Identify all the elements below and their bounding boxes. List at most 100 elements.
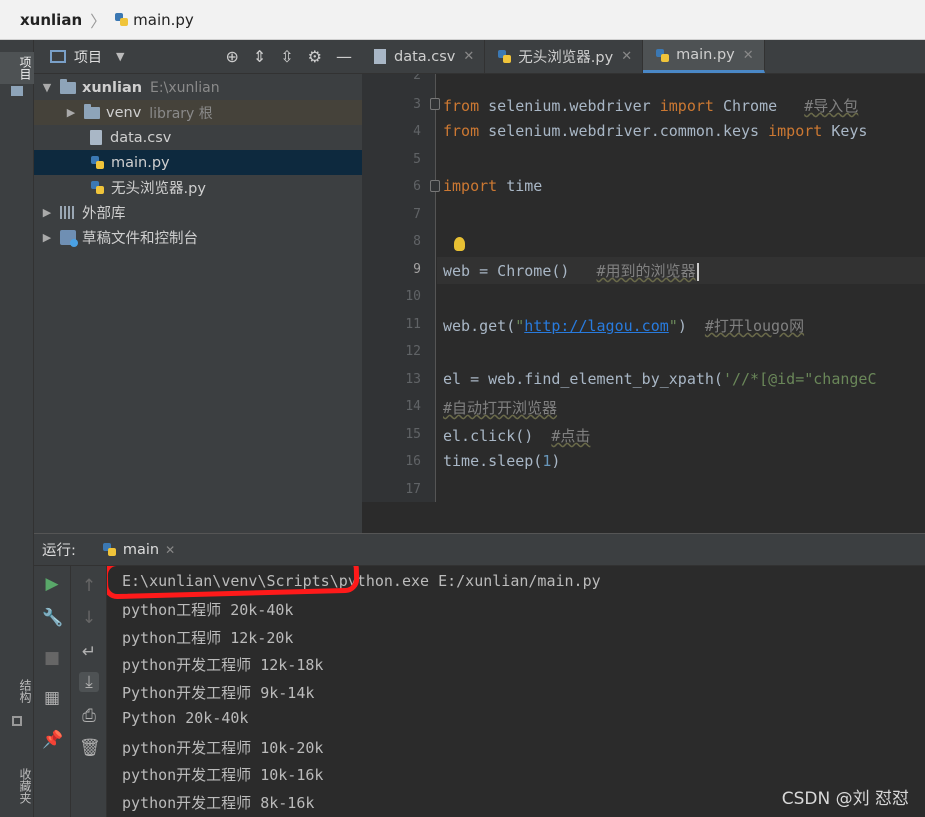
code-line-13: el = web.find_element_by_xpath('//*[@id=… xyxy=(443,370,877,388)
structure-icon xyxy=(12,716,22,726)
line-number: 14 xyxy=(405,399,421,414)
tab-data-csv[interactable]: data.csv ✕ xyxy=(362,40,486,73)
line-number: 9 xyxy=(413,262,421,277)
tree-item-label: 草稿文件和控制台 xyxy=(82,231,198,247)
python-file-icon xyxy=(90,155,105,170)
line-number: 12 xyxy=(405,344,421,359)
code-line-15: el.click() #点击 xyxy=(443,427,591,445)
project-panel-title[interactable]: 项目 xyxy=(74,47,102,67)
csdn-watermark: CSDN @刘 怼怼 xyxy=(781,789,909,809)
code-line-3: from selenium.webdriver import Chrome #导… xyxy=(443,97,859,115)
expand-all-icon[interactable]: ⇕ xyxy=(253,47,266,66)
line-number: 2 xyxy=(413,74,421,83)
wrench-icon[interactable]: 🔧 xyxy=(42,608,63,628)
line-number: 17 xyxy=(405,482,421,497)
tree-item-label: 无头浏览器.py xyxy=(111,181,206,197)
locate-icon[interactable]: ⊕ xyxy=(225,47,238,66)
project-panel-header: 项目 ▼ ⊕ ⇕ ⇳ ⚙ — xyxy=(34,40,362,74)
chevron-right-icon[interactable]: ▶ xyxy=(64,106,78,119)
breadcrumb-separator: 〉 xyxy=(90,11,107,31)
favorites-tool-tab[interactable]: 收藏夹 xyxy=(0,760,34,812)
line-number: 13 xyxy=(405,372,421,387)
tree-item-data-csv[interactable]: data.csv xyxy=(34,125,362,150)
close-icon[interactable]: ✕ xyxy=(463,49,474,64)
layout-icon[interactable]: ▦ xyxy=(42,688,62,708)
run-console-output[interactable]: E:\xunlian\venv\Scripts\python.exe E:/xu… xyxy=(107,566,925,817)
lightbulb-icon[interactable] xyxy=(454,237,465,251)
tab-label: main.py xyxy=(676,47,735,63)
tree-item-main-py[interactable]: main.py xyxy=(34,150,362,175)
code-line-4: from selenium.webdriver.common.keys impo… xyxy=(443,122,868,140)
close-icon[interactable]: ✕ xyxy=(621,49,632,64)
line-number: 3 xyxy=(413,97,421,112)
structure-tool-tab[interactable]: 结构 xyxy=(0,670,34,712)
library-icon xyxy=(60,206,76,219)
arrow-up-icon[interactable]: ↑ xyxy=(79,576,99,596)
soft-wrap-icon[interactable]: ↵ xyxy=(79,642,99,662)
close-icon[interactable]: ✕ xyxy=(165,543,175,557)
csv-file-icon xyxy=(374,49,386,64)
tree-item-label: venv xyxy=(106,104,142,121)
console-line: python开发工程师 10k-20k xyxy=(122,739,324,757)
trash-icon[interactable]: 🗑 xyxy=(79,738,101,758)
tree-root-name: xunlian xyxy=(82,79,143,96)
python-file-icon xyxy=(90,180,105,195)
gear-icon[interactable]: ⚙ xyxy=(308,47,322,66)
tree-item-headless-py[interactable]: 无头浏览器.py xyxy=(34,175,362,200)
scroll-to-end-icon[interactable]: ⤓ xyxy=(79,672,99,692)
console-line: Python开发工程师 9k-14k xyxy=(122,684,315,702)
line-number: 11 xyxy=(405,317,421,332)
fold-marker-icon[interactable] xyxy=(430,180,440,192)
project-tool-tab[interactable]: 项目 xyxy=(0,52,34,84)
fold-marker-icon[interactable] xyxy=(430,98,440,110)
scratches-icon xyxy=(60,230,78,247)
run-icon[interactable]: ▶ xyxy=(42,574,62,594)
tab-label: 无头浏览器.py xyxy=(518,50,614,66)
chevron-down-icon[interactable]: ▼ xyxy=(116,50,124,63)
csv-file-icon xyxy=(90,130,102,145)
line-number: 5 xyxy=(413,152,421,167)
pin-icon[interactable]: 📌 xyxy=(42,730,63,750)
line-number: 15 xyxy=(405,427,421,442)
arrow-down-icon[interactable]: ↓ xyxy=(79,608,99,628)
hide-icon[interactable]: — xyxy=(336,47,352,66)
tab-label: data.csv xyxy=(394,48,456,65)
console-line: python开发工程师 10k-16k xyxy=(122,766,324,784)
folder-icon xyxy=(60,78,76,94)
code-editor[interactable]: 2 3 4 5 6 7 8 9 10 11 12 13 14 15 16 17 … xyxy=(362,74,925,502)
tab-main-py[interactable]: main.py ✕ xyxy=(643,40,765,73)
chevron-right-icon[interactable]: ▶ xyxy=(40,231,54,244)
run-toolbar-primary: ▶ 🔧 ■ ▦ 📌 xyxy=(34,566,71,817)
line-number: 16 xyxy=(405,454,421,469)
tree-item-scratches[interactable]: ▶ 草稿文件和控制台 xyxy=(34,225,362,250)
code-line-11: web.get("http://lagou.com") #打开lougo网 xyxy=(443,317,805,335)
run-tab-main[interactable]: main ✕ xyxy=(102,542,175,558)
line-number: 10 xyxy=(405,289,421,304)
python-file-icon xyxy=(655,48,670,63)
tree-item-venv[interactable]: ▶ venv library 根 xyxy=(34,100,362,125)
print-icon[interactable]: ⎙ xyxy=(79,706,99,726)
tree-root[interactable]: ▼ xunlian E:\xunlian xyxy=(34,75,362,100)
python-file-icon xyxy=(497,49,512,64)
project-view-icon xyxy=(50,50,66,63)
tree-item-external-libs[interactable]: ▶ 外部库 xyxy=(34,200,362,225)
console-line: Python 20k-40k xyxy=(122,709,249,727)
console-line: python开发工程师 12k-18k xyxy=(122,656,324,674)
line-number: 8 xyxy=(413,234,421,249)
close-icon[interactable]: ✕ xyxy=(743,48,754,63)
stop-icon[interactable]: ■ xyxy=(42,648,62,668)
console-line: python工程师 12k-20k xyxy=(122,629,294,647)
text-caret xyxy=(696,262,699,281)
code-line-9: web = Chrome() #用到的浏览器 xyxy=(443,260,699,281)
tree-item-note: library 根 xyxy=(149,105,213,122)
breadcrumb-project[interactable]: xunlian xyxy=(20,11,82,29)
line-number: 4 xyxy=(413,124,421,139)
collapse-all-icon[interactable]: ⇳ xyxy=(280,47,293,66)
code-line-6: import time xyxy=(443,177,543,195)
chevron-down-icon[interactable]: ▼ xyxy=(40,81,54,94)
tab-headless-py[interactable]: 无头浏览器.py ✕ xyxy=(485,40,644,73)
chevron-right-icon[interactable]: ▶ xyxy=(40,206,54,219)
python-file-icon xyxy=(114,12,129,27)
run-toolbar-secondary: ↑ ↓ ↵ ⤓ ⎙ 🗑 xyxy=(71,566,107,817)
breadcrumb-file[interactable]: main.py xyxy=(133,11,194,29)
